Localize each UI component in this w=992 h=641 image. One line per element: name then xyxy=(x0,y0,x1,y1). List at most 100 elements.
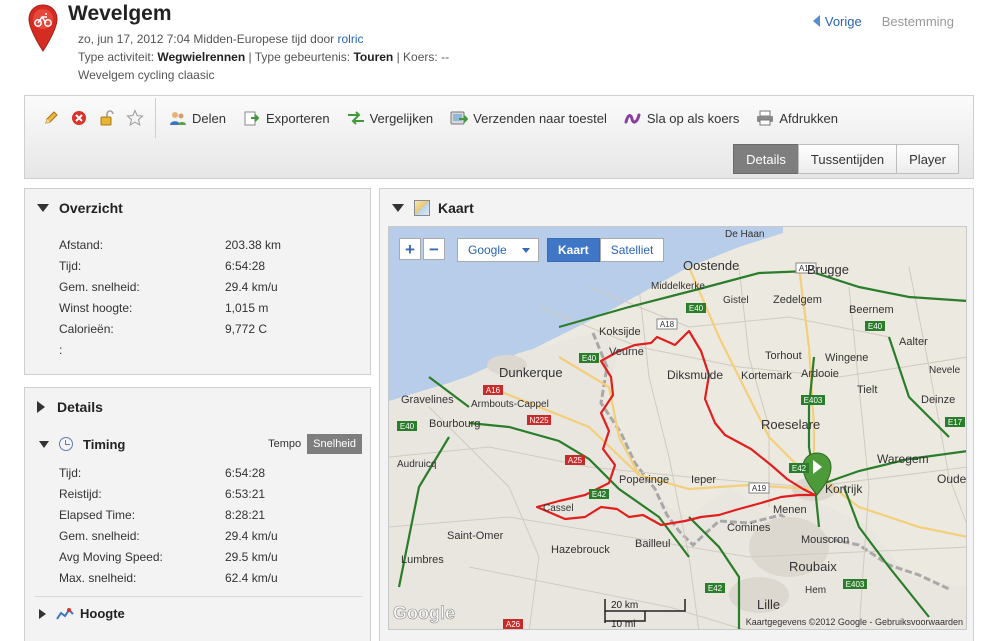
previous-link[interactable]: Vorige xyxy=(825,14,862,29)
road-shield: N225 xyxy=(527,415,551,425)
overview-header[interactable]: Overzicht xyxy=(25,189,370,227)
event-type-label: | Type gebeurtenis: xyxy=(245,50,354,64)
road-shield: E40 xyxy=(865,321,885,331)
place-label: Lumbres xyxy=(401,554,444,566)
stat-row-avg-speed: Gem. snelheid: 29.4 km/u xyxy=(59,276,370,297)
zoom-out-button[interactable]: − xyxy=(423,238,445,260)
place-label: Gravelines xyxy=(401,394,454,406)
place-label: Aalter xyxy=(899,336,928,348)
chevron-down-icon xyxy=(522,248,530,253)
place-label: Cassel xyxy=(543,503,574,514)
road-shield-label: A18 xyxy=(660,320,675,329)
activity-type-value[interactable]: Wegwielrennen xyxy=(157,50,245,64)
stat-label: Elapsed Time: xyxy=(59,507,136,522)
send-device-icon xyxy=(449,108,469,128)
export-button[interactable]: Exporteren xyxy=(242,108,330,128)
timing-row-avg-speed: Gem. snelheid: 29.4 km/u xyxy=(59,525,278,546)
details-header[interactable]: Details xyxy=(25,388,370,426)
place-label: Hazebrouck xyxy=(551,544,610,556)
place-label: Roeselare xyxy=(761,417,820,432)
stat-label: Reistijd: xyxy=(59,486,102,501)
map-type-map-button[interactable]: Kaart xyxy=(547,238,600,262)
height-section-header[interactable]: Hoogte xyxy=(39,606,125,621)
stat-label: Winst hoogte: xyxy=(59,300,133,315)
activity-description[interactable]: Wevelgem cycling claasic xyxy=(78,68,215,82)
tab-splits[interactable]: Tussentijden xyxy=(797,144,898,174)
timing-title: Timing xyxy=(83,436,126,452)
print-button[interactable]: Afdrukken xyxy=(755,108,838,128)
timing-section-header[interactable]: Timing Tempo Snelheid xyxy=(39,434,362,454)
timing-row-avg-moving-speed: Avg Moving Speed: 29.5 km/u xyxy=(59,546,278,567)
send-to-device-label: Verzenden naar toestel xyxy=(473,110,607,126)
height-title: Hoogte xyxy=(80,606,125,621)
place-label: Veurne xyxy=(609,346,644,358)
save-as-course-label: Sla op als koers xyxy=(646,110,740,126)
road-shield: A19 xyxy=(748,482,770,494)
stat-row-time: Tijd: 6:54:28 xyxy=(59,255,370,276)
activity-header: Wevelgem zo, jun 17, 2012 7:04 Midden-Eu… xyxy=(0,0,992,92)
share-button[interactable]: Delen xyxy=(168,108,226,128)
map-attribution[interactable]: Kaartgegevens ©2012 Google - Gebruiksvoo… xyxy=(746,617,963,627)
place-label: De Haan xyxy=(725,229,764,240)
activity-pager: Vorige Bestemming xyxy=(812,14,954,29)
road-shield-label: A25 xyxy=(568,456,583,465)
elevation-chart-icon xyxy=(56,607,74,620)
export-icon xyxy=(242,108,262,128)
road-shield: E403 xyxy=(843,579,867,589)
road-shield: A18 xyxy=(656,318,678,330)
map-type-satellite-button[interactable]: Satelliet xyxy=(599,238,665,262)
view-tabs: Details Tussentijden Player xyxy=(733,144,959,174)
stat-value: 62.4 km/u xyxy=(225,570,278,585)
share-users-icon xyxy=(168,108,188,128)
map-icon xyxy=(414,200,430,216)
zoom-in-button[interactable]: + xyxy=(399,238,421,260)
place-label: Torhout xyxy=(765,350,802,362)
place-label: Oude xyxy=(937,472,967,486)
author-link[interactable]: rolric xyxy=(338,32,364,46)
privacy-lock-icon[interactable] xyxy=(97,108,117,128)
tab-details[interactable]: Details xyxy=(733,144,799,174)
favorite-star-icon[interactable] xyxy=(125,108,145,128)
place-label: Dunkerque xyxy=(499,365,563,380)
place-label: Koksijde xyxy=(599,326,641,338)
map-header[interactable]: Kaart xyxy=(380,189,973,227)
place-label: Ardooie xyxy=(801,368,839,380)
map-provider-select[interactable]: Google xyxy=(457,238,539,262)
collapse-triangle-icon xyxy=(39,440,49,448)
activity-type-label: Type activiteit: xyxy=(78,50,158,64)
road-shield: A26 xyxy=(503,619,523,629)
route-map[interactable]: A10 E40 A18 E40 E40 A16 N225 E40 E403 E1… xyxy=(388,226,967,630)
tab-player[interactable]: Player xyxy=(896,144,959,174)
speed-mode-toggle: Tempo Snelheid xyxy=(262,434,362,454)
place-label: Oostende xyxy=(683,258,739,273)
place-label: Hem xyxy=(805,585,826,596)
stat-value: 29.4 km/u xyxy=(225,528,278,543)
tempo-mode-button[interactable]: Tempo xyxy=(262,434,307,454)
map-canvas[interactable]: A10 E40 A18 E40 E40 A16 N225 E40 E403 E1… xyxy=(389,227,967,630)
place-label: Ieper xyxy=(691,474,716,486)
compare-button[interactable]: Vergelijken xyxy=(346,108,433,128)
printer-icon xyxy=(755,108,775,128)
stat-label: Calorieën: xyxy=(59,321,114,336)
speed-mode-button[interactable]: Snelheid xyxy=(307,434,362,454)
stat-label: Max. snelheid: xyxy=(59,570,137,585)
road-shield: E403 xyxy=(801,395,825,405)
place-label: Brugge xyxy=(807,262,849,277)
stat-label: Tijd: xyxy=(59,258,82,273)
clock-icon xyxy=(59,437,73,451)
save-as-course-button[interactable]: Sla op als koers xyxy=(623,108,740,128)
send-to-device-button[interactable]: Verzenden naar toestel xyxy=(449,108,607,128)
road-shield: A25 xyxy=(565,455,585,465)
course-text: | Koers: -- xyxy=(393,50,450,64)
activity-pin-icon xyxy=(28,4,58,52)
road-shield-label: A19 xyxy=(752,484,767,493)
event-type-value[interactable]: Touren xyxy=(353,50,393,64)
scale-km-label: 20 km xyxy=(611,600,638,611)
road-shield: E17 xyxy=(945,417,965,427)
delete-icon[interactable] xyxy=(69,108,89,128)
details-panel: Details Timing Tempo Snelheid Tijd: 6:54:… xyxy=(24,387,371,641)
google-logo-icon: Google xyxy=(393,603,455,623)
scale-mi-label: 10 mi xyxy=(611,619,635,630)
edit-pencil-icon[interactable] xyxy=(41,108,61,128)
road-shield: E40 xyxy=(686,303,706,313)
